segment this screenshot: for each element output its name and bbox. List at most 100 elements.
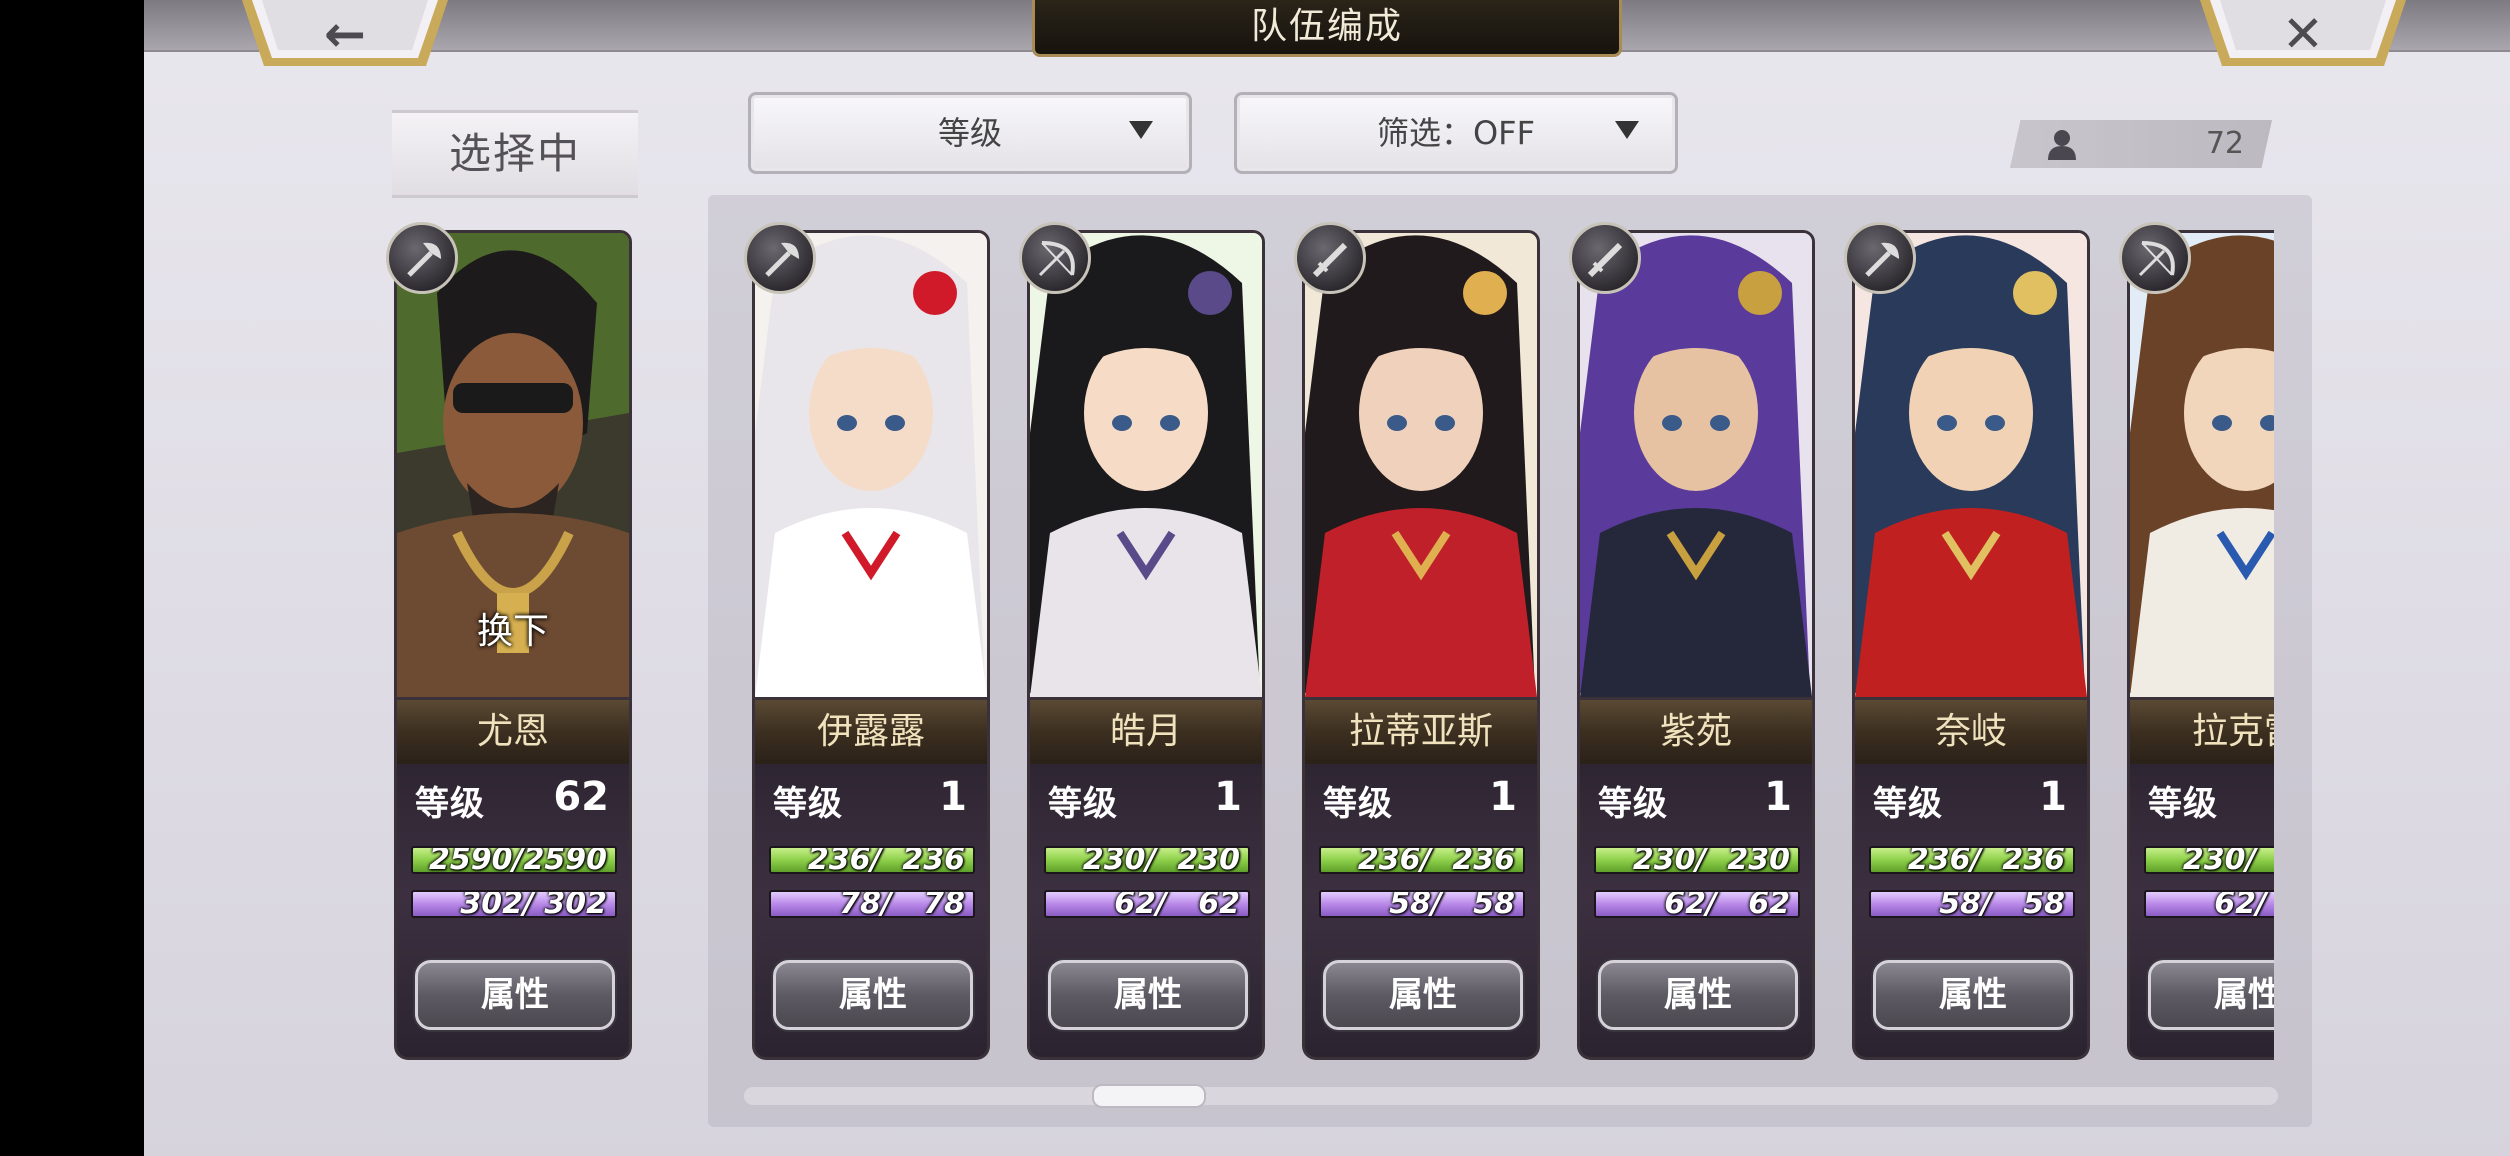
unit-count: 72	[2205, 126, 2244, 161]
hp-value: 2590/2590	[429, 846, 607, 874]
selected-unit-card[interactable]: 换下 尤恩 等级 62 2590/2590 302/ 302 属性	[386, 222, 632, 1060]
attribute-button[interactable]: 属性	[1048, 960, 1248, 1030]
unit-list[interactable]: 伊露露等级 1 236/ 236 78/ 78 属性 皓月等级 1 230/ 230 62/ 6…	[738, 200, 2274, 1080]
hp-value: 236/ 236	[1357, 846, 1515, 874]
unit-name: 伊露露	[752, 700, 990, 764]
unit-stats: 等级 62 2590/2590 302/ 302 属性	[394, 764, 632, 1060]
hp-value: 230/ 230	[1082, 846, 1240, 874]
scrollbar-thumb[interactable]	[1092, 1084, 1206, 1108]
mp-value: 78/ 78	[839, 890, 965, 918]
swap-out-label: 换下	[476, 611, 549, 652]
level-label: 等级	[1598, 784, 1668, 824]
close-icon: ✕	[2282, 5, 2324, 63]
unit-name: 奈岐	[1852, 700, 2090, 764]
hp-value: 236/ 236	[1907, 846, 2065, 874]
close-button[interactable]: ✕	[2198, 0, 2408, 72]
level-value: 1	[1764, 774, 1792, 820]
unit-stats: 等级 1 236/ 236 58/ 58 属性	[1852, 764, 2090, 1060]
level-value: 1	[939, 774, 967, 820]
level-label: 等级	[2148, 784, 2218, 824]
mp-value: 62/ 62	[2214, 890, 2267, 918]
mp-bar: 302/ 302	[411, 890, 617, 918]
unit-portrait	[2127, 230, 2274, 700]
hp-bar: 230/ 230	[2144, 846, 2274, 874]
unit-stats: 等级 1 236/ 236 78/ 78 属性	[752, 764, 990, 1060]
attribute-button[interactable]: 属性	[1873, 960, 2073, 1030]
scrollbar-track[interactable]	[744, 1087, 2278, 1105]
filter-dropdown-label: 筛选：OFF	[1376, 114, 1535, 152]
hp-bar: 236/ 236	[1319, 846, 1525, 874]
filter-dropdown[interactable]: 筛选：OFF	[1234, 92, 1678, 174]
unit-name: 拉克雷	[2127, 700, 2274, 764]
mp-value: 62/ 62	[1114, 890, 1240, 918]
attribute-button[interactable]: 属性	[1323, 960, 1523, 1030]
page-title: 队伍编成	[1032, 0, 1622, 57]
attribute-button[interactable]: 属性	[1598, 960, 1798, 1030]
axe-icon	[386, 222, 458, 294]
chevron-down-icon	[1129, 121, 1153, 139]
mp-value: 58/ 58	[1389, 890, 1515, 918]
mp-value: 62/ 62	[1664, 890, 1790, 918]
level-label: 等级	[1873, 784, 1943, 824]
unit-card[interactable]: 拉克雷等级1230/ 23062/ 62属性	[2119, 222, 2274, 1060]
unit-card[interactable]: 奈岐等级 1 236/ 236 58/ 58 属性	[1844, 222, 2090, 1060]
mp-bar: 62/ 62	[2144, 890, 2274, 918]
mp-value: 58/ 58	[1939, 890, 2065, 918]
unit-portrait	[1852, 230, 2090, 700]
bow-icon	[2119, 222, 2191, 294]
unit-name: 紫苑	[1577, 700, 1815, 764]
unit-stats: 等级 1 230/ 230 62/ 62 属性	[1577, 764, 1815, 1060]
unit-stats: 等级 1 236/ 236 58/ 58 属性	[1302, 764, 1540, 1060]
chevron-down-icon	[1615, 121, 1639, 139]
hp-value: 230/ 230	[2182, 846, 2257, 874]
unit-card[interactable]: 伊露露等级 1 236/ 236 78/ 78 属性	[744, 222, 990, 1060]
unit-card[interactable]: 紫苑等级 1 230/ 230 62/ 62 属性	[1569, 222, 1815, 1060]
hp-value: 236/ 236	[807, 846, 965, 874]
unit-portrait	[1302, 230, 1540, 700]
attribute-button[interactable]: 属性	[2148, 960, 2274, 1030]
unit-portrait	[1577, 230, 1815, 700]
mp-bar: 78/ 78	[769, 890, 975, 918]
sword-icon	[1569, 222, 1641, 294]
unit-portrait	[1027, 230, 1265, 700]
unit-name: 拉蒂亚斯	[1302, 700, 1540, 764]
level-label: 等级	[773, 784, 843, 824]
hp-bar: 236/ 236	[769, 846, 975, 874]
unit-stats: 等级 1 230/ 230 62/ 62 属性	[1027, 764, 1265, 1060]
unit-portrait	[752, 230, 990, 700]
axe-icon	[744, 222, 816, 294]
level-value: 1	[1489, 774, 1517, 820]
sort-dropdown-label: 等级	[937, 114, 1002, 152]
mp-bar: 62/ 62	[1044, 890, 1250, 918]
axe-icon	[1844, 222, 1916, 294]
sort-dropdown[interactable]: 等级	[748, 92, 1192, 174]
back-button[interactable]: ←	[240, 0, 450, 72]
mp-bar: 58/ 58	[1869, 890, 2075, 918]
hp-bar: 230/ 230	[1044, 846, 1250, 874]
level-value: 62	[553, 774, 609, 820]
unit-count-badge: 72	[2010, 120, 2272, 168]
attribute-button[interactable]: 属性	[415, 960, 615, 1030]
level-label: 等级	[1323, 784, 1393, 824]
hp-bar: 2590/2590	[411, 846, 617, 874]
hp-value: 230/ 230	[1632, 846, 1790, 874]
level-label: 等级	[1048, 784, 1118, 824]
level-value: 1	[1214, 774, 1242, 820]
person-icon	[2048, 130, 2076, 160]
back-arrow-icon: ←	[324, 5, 366, 63]
attribute-button[interactable]: 属性	[773, 960, 973, 1030]
level-label: 等级	[415, 784, 485, 824]
unit-stats: 等级1230/ 23062/ 62属性	[2127, 764, 2274, 1060]
unit-card[interactable]: 拉蒂亚斯等级 1 236/ 236 58/ 58 属性	[1294, 222, 1540, 1060]
mp-bar: 58/ 58	[1319, 890, 1525, 918]
hp-bar: 236/ 236	[1869, 846, 2075, 874]
unit-name: 尤恩	[394, 700, 632, 764]
level-value: 1	[2039, 774, 2067, 820]
sword-icon	[1294, 222, 1366, 294]
mp-value: 302/ 302	[460, 890, 607, 918]
unit-card[interactable]: 皓月等级 1 230/ 230 62/ 62 属性	[1019, 222, 1265, 1060]
bow-icon	[1019, 222, 1091, 294]
unit-name: 皓月	[1027, 700, 1265, 764]
mp-bar: 62/ 62	[1594, 890, 1800, 918]
hp-bar: 230/ 230	[1594, 846, 1800, 874]
